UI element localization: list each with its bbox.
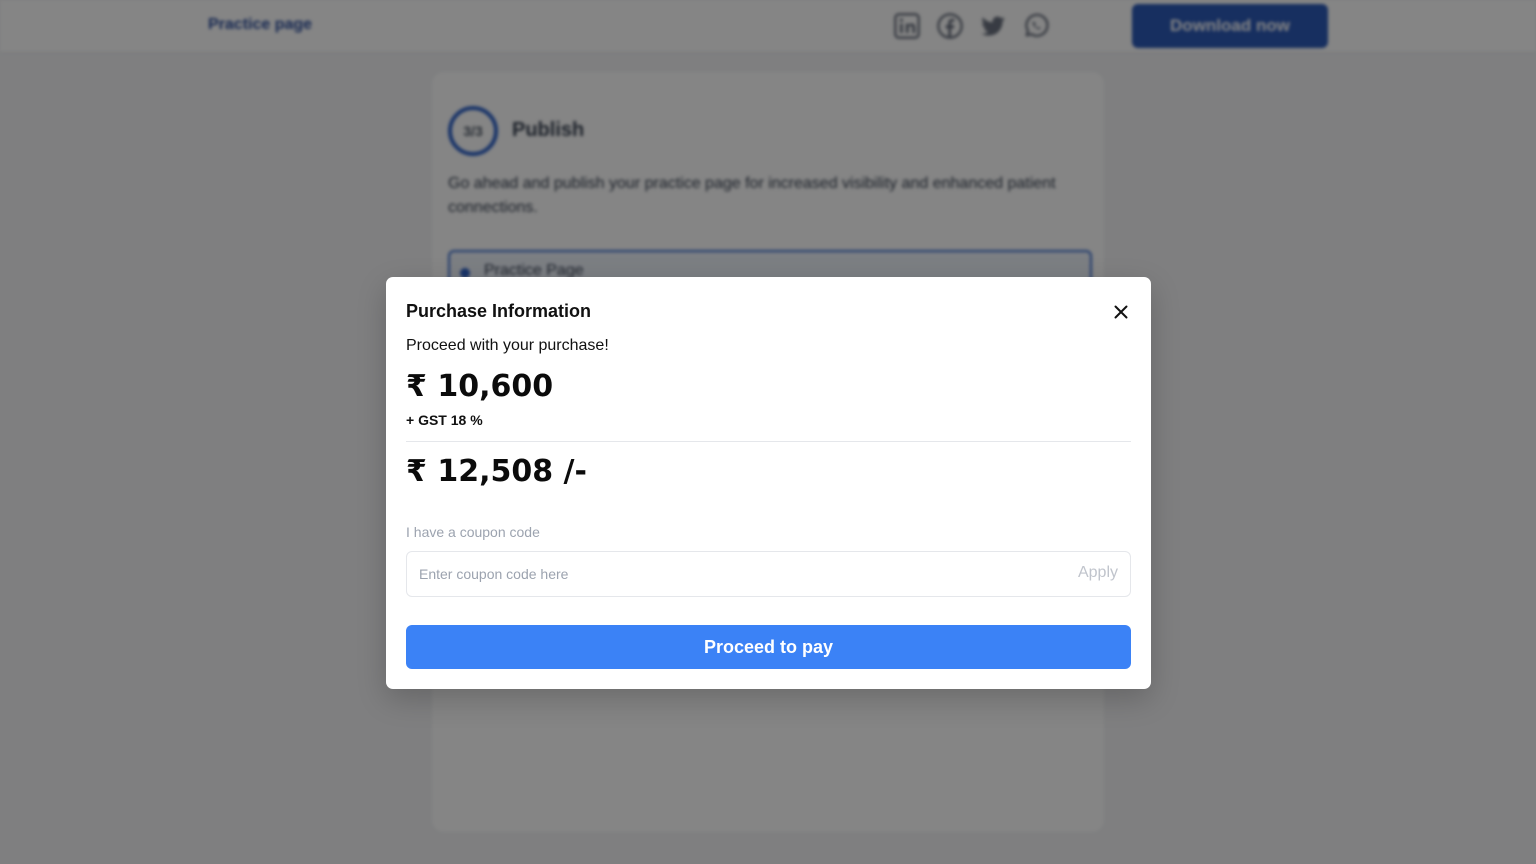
total-price: ₹ 12,508 /- [406, 454, 587, 489]
purchase-modal: Purchase Information Proceed with your p… [386, 277, 1151, 689]
tax-note: + GST 18 % [406, 412, 483, 428]
divider [406, 441, 1131, 442]
coupon-input[interactable] [419, 552, 1039, 596]
close-icon [1114, 305, 1128, 319]
modal-subtitle: Proceed with your purchase! [406, 337, 609, 354]
base-price: ₹ 10,600 [406, 369, 554, 404]
coupon-field: Apply [406, 551, 1131, 597]
close-button[interactable] [1110, 301, 1132, 323]
apply-coupon-button[interactable]: Apply [1078, 564, 1118, 582]
coupon-label: I have a coupon code [406, 524, 540, 540]
modal-title: Purchase Information [406, 301, 592, 321]
proceed-to-pay-button[interactable]: Proceed to pay [406, 625, 1131, 669]
